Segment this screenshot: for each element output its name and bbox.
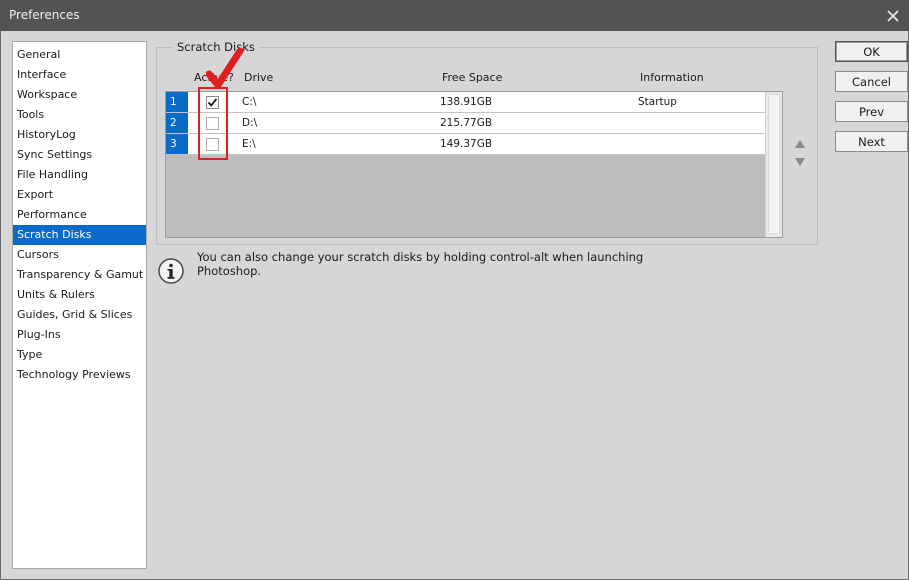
sidebar-item-history-log[interactable]: HistoryLog — [13, 125, 146, 145]
scratch-disk-table[interactable]: 1 C:\ 138.91GB Startup 2 D:\ 215.77GB 3 … — [165, 91, 783, 238]
table-row[interactable]: 3 E:\ 149.37GB — [166, 134, 766, 155]
active-checkbox[interactable] — [206, 138, 219, 151]
title-bar: Preferences — [0, 0, 909, 31]
info-message: You can also change your scratch disks b… — [197, 250, 644, 278]
group-title: Scratch Disks — [173, 40, 259, 54]
row-index: 1 — [166, 92, 188, 112]
preferences-category-list[interactable]: General Interface Workspace Tools Histor… — [12, 41, 147, 569]
sidebar-item-scratch-disks[interactable]: Scratch Disks — [13, 225, 146, 245]
drive-cell: D:\ — [242, 117, 258, 129]
active-checkbox[interactable] — [206, 96, 219, 109]
drive-cell: C:\ — [242, 96, 257, 108]
sidebar-item-performance[interactable]: Performance — [13, 205, 146, 225]
window-title: Preferences — [9, 8, 80, 22]
column-header-free-space: Free Space — [442, 71, 503, 84]
sidebar-item-cursors[interactable]: Cursors — [13, 245, 146, 265]
column-header-active: Active? — [194, 71, 234, 84]
active-checkbox[interactable] — [206, 117, 219, 130]
scrollbar-thumb[interactable] — [768, 94, 780, 234]
table-scrollbar[interactable] — [765, 92, 782, 237]
information-cell: Startup — [638, 96, 677, 108]
prev-button[interactable]: Prev — [835, 101, 908, 122]
move-down-arrow-icon[interactable] — [794, 157, 806, 167]
move-up-arrow-icon[interactable] — [794, 139, 806, 149]
ok-button[interactable]: OK — [835, 41, 908, 62]
close-button[interactable] — [877, 0, 909, 31]
sidebar-item-interface[interactable]: Interface — [13, 65, 146, 85]
free-space-cell: 215.77GB — [440, 117, 493, 129]
sidebar-item-general[interactable]: General — [13, 45, 146, 65]
row-index: 3 — [166, 134, 188, 154]
sidebar-item-workspace[interactable]: Workspace — [13, 85, 146, 105]
table-row[interactable]: 1 C:\ 138.91GB Startup — [166, 92, 766, 113]
sidebar-item-technology-previews[interactable]: Technology Previews — [13, 365, 146, 385]
sidebar-item-type[interactable]: Type — [13, 345, 146, 365]
free-space-cell: 138.91GB — [440, 96, 493, 108]
cancel-button[interactable]: Cancel — [835, 71, 908, 92]
sidebar-item-file-handling[interactable]: File Handling — [13, 165, 146, 185]
sidebar-item-guides-grid-slices[interactable]: Guides, Grid & Slices — [13, 305, 146, 325]
info-icon — [158, 258, 184, 284]
sidebar-item-export[interactable]: Export — [13, 185, 146, 205]
free-space-cell: 149.37GB — [440, 138, 493, 150]
column-header-information: Information — [640, 71, 704, 84]
close-icon — [887, 9, 899, 22]
checkmark-icon — [207, 98, 218, 107]
drive-cell: E:\ — [242, 138, 256, 150]
row-index: 2 — [166, 113, 188, 133]
column-header-drive: Drive — [244, 71, 274, 84]
sidebar-item-tools[interactable]: Tools — [13, 105, 146, 125]
table-row[interactable]: 2 D:\ 215.77GB — [166, 113, 766, 134]
sidebar-item-plug-ins[interactable]: Plug-Ins — [13, 325, 146, 345]
next-button[interactable]: Next — [835, 131, 908, 152]
sidebar-item-transparency-gamut[interactable]: Transparency & Gamut — [13, 265, 146, 285]
sidebar-item-sync-settings[interactable]: Sync Settings — [13, 145, 146, 165]
sidebar-item-units-rulers[interactable]: Units & Rulers — [13, 285, 146, 305]
